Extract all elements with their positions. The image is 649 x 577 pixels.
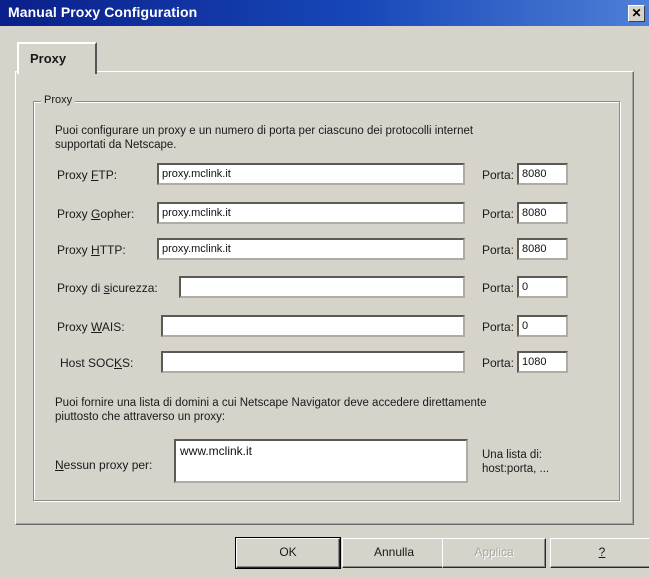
noproxy-line-2: piuttosto che attraverso un proxy: <box>55 411 226 423</box>
security-proxy-label: Proxy di sicurezza: <box>57 281 158 295</box>
http-proxy-input[interactable]: proxy.mclink.it <box>157 238 465 260</box>
ftp-proxy-label: Proxy FTP: <box>57 168 118 182</box>
security-proxy-input[interactable] <box>179 276 465 298</box>
window-title: Manual Proxy Configuration <box>8 4 198 20</box>
hint-line-1: Una lista di: <box>482 449 543 461</box>
tab-proxy[interactable]: Proxy <box>17 42 97 74</box>
socks-port-label: Porta: <box>482 356 515 370</box>
hint-line-2: host:porta, ... <box>482 463 550 475</box>
wais-proxy-label: Proxy WAIS: <box>57 320 125 334</box>
close-icon[interactable]: ✕ <box>628 5 645 22</box>
help-button[interactable]: ? <box>550 538 649 568</box>
group-label: Proxy <box>41 94 76 106</box>
gopher-port-input[interactable]: 8080 <box>517 202 568 224</box>
noproxy-hint: Una lista di: host:porta, ... <box>482 448 549 476</box>
gopher-proxy-input[interactable]: proxy.mclink.it <box>157 202 465 224</box>
gopher-port-label: Porta: <box>482 207 515 221</box>
ftp-port-label: Porta: <box>482 168 515 182</box>
intro-line-1: Puoi configurare un proxy e un numero di… <box>55 125 474 137</box>
intro-text: Puoi configurare un proxy e un numero di… <box>55 124 575 152</box>
ftp-port-input[interactable]: 8080 <box>517 163 568 185</box>
noproxy-label: Nessun proxy per: <box>55 458 153 472</box>
security-port-input[interactable]: 0 <box>517 276 568 298</box>
http-port-label: Porta: <box>482 243 515 257</box>
http-proxy-label: Proxy HTTP: <box>57 243 126 257</box>
ftp-proxy-input[interactable]: proxy.mclink.it <box>157 163 465 185</box>
ok-button[interactable]: OK <box>235 537 341 569</box>
security-port-label: Porta: <box>482 281 515 295</box>
socks-host-label: Host SOCKS: <box>60 356 134 370</box>
http-port-input[interactable]: 8080 <box>517 238 568 260</box>
noproxy-line-1: Puoi fornire una lista di domini a cui N… <box>55 397 487 409</box>
socks-host-input[interactable] <box>161 351 465 373</box>
intro-line-2: supportati da Netscape. <box>55 139 177 151</box>
apply-button[interactable]: Applica <box>442 538 546 568</box>
wais-port-label: Porta: <box>482 320 515 334</box>
tab-proxy-label: Proxy <box>30 51 67 66</box>
socks-port-input[interactable]: 1080 <box>517 351 568 373</box>
gopher-proxy-label: Proxy Gopher: <box>57 207 135 221</box>
title-bar: Manual Proxy Configuration ✕ <box>0 0 649 26</box>
wais-port-input[interactable]: 0 <box>517 315 568 337</box>
cancel-button[interactable]: Annulla <box>342 538 446 568</box>
noproxy-text: Puoi fornire una lista di domini a cui N… <box>55 396 575 424</box>
wais-proxy-input[interactable] <box>161 315 465 337</box>
noproxy-textarea[interactable]: www.mclink.it <box>174 439 468 483</box>
